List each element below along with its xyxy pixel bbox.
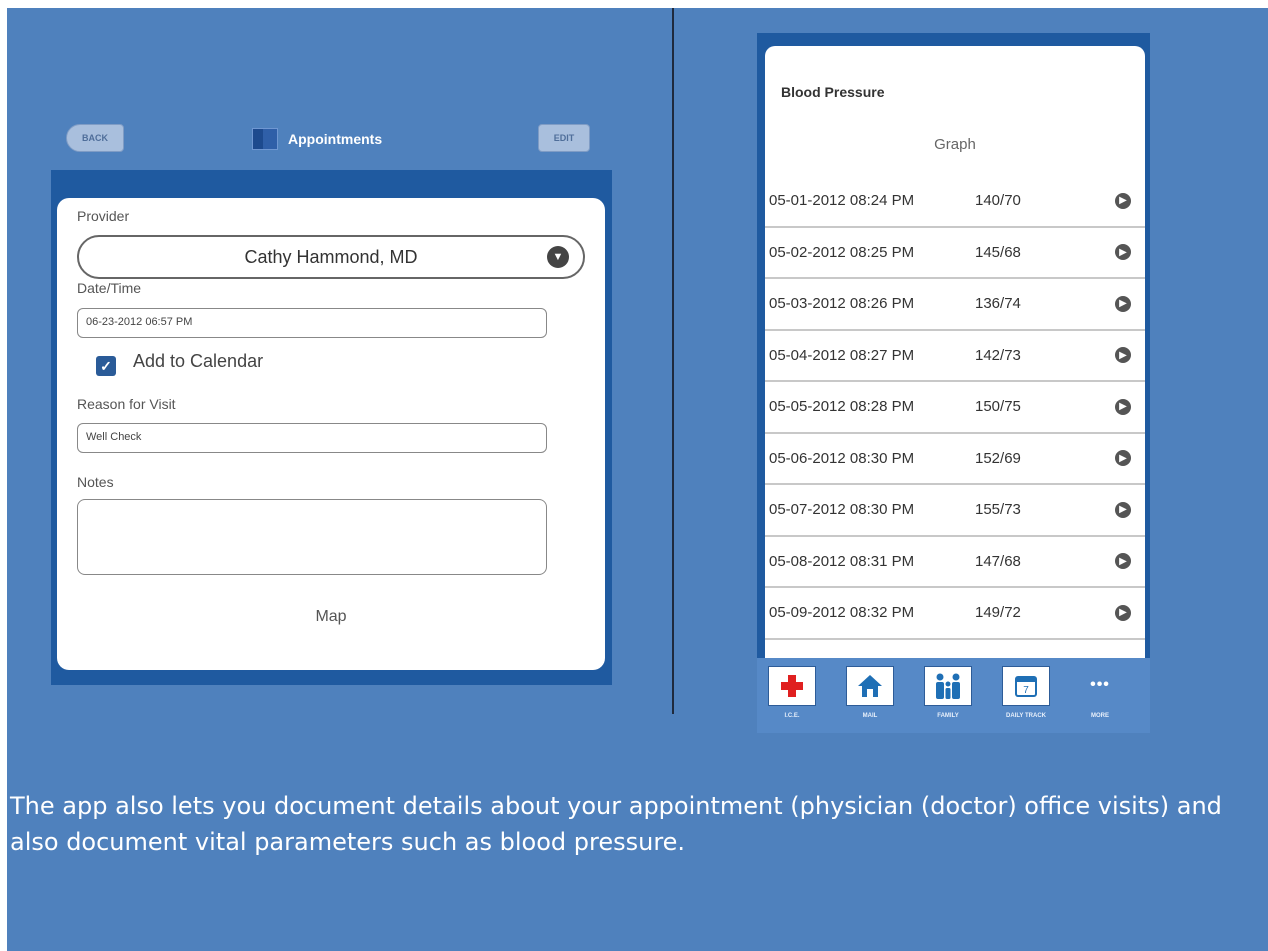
reading-datetime: 05-07-2012 08:30 PM (769, 501, 915, 519)
reading-value: 142/73 (975, 346, 1021, 364)
reading-value: 155/73 (975, 501, 1021, 519)
more-dots-icon: ••• (1090, 676, 1110, 693)
chevron-right-icon[interactable]: ▶ (1115, 604, 1131, 621)
tab-label: I.C.E. (784, 713, 800, 719)
reading-datetime: 05-02-2012 08:25 PM (769, 243, 915, 261)
chevron-right-icon[interactable]: ▶ (1115, 501, 1131, 518)
add-to-calendar-checkbox[interactable]: ✓ (96, 356, 116, 376)
edit-button[interactable]: EDIT (538, 124, 590, 152)
graph-button[interactable]: Graph (765, 136, 1145, 153)
back-button[interactable]: BACK (66, 124, 124, 152)
list-item[interactable]: 05-04-2012 08:27 PM 142/73 ▶ (765, 331, 1145, 382)
appointments-navbar: BACK Appointments EDIT (52, 112, 612, 170)
reading-value: 140/70 (975, 192, 1021, 210)
list-item[interactable]: 05-03-2012 08:26 PM 136/74 ▶ (765, 279, 1145, 331)
tab-label: MAIL (862, 713, 878, 719)
reading-datetime: 05-03-2012 08:26 PM (769, 295, 915, 313)
appointments-form: Provider Cathy Hammond, MD ▼ Date/Time 0… (57, 198, 605, 670)
reading-value: 149/72 (975, 604, 1021, 622)
calendar-icon: 7 (1002, 666, 1050, 706)
blood-pressure-title: Blood Pressure (781, 84, 885, 100)
list-item[interactable]: 05-06-2012 08:30 PM 152/69 ▶ (765, 434, 1145, 485)
map-button[interactable]: Map (57, 608, 605, 626)
chevron-right-icon[interactable]: ▶ (1115, 295, 1131, 312)
tab-family[interactable]: FAMILY (923, 666, 973, 732)
svg-text:7: 7 (1023, 685, 1029, 696)
chevron-right-icon[interactable]: ▶ (1115, 450, 1131, 467)
reading-value: 145/68 (975, 243, 1021, 261)
reason-label: Reason for Visit (77, 396, 176, 412)
vertical-divider (672, 8, 674, 714)
list-item[interactable]: 05-07-2012 08:30 PM 155/73 ▶ (765, 485, 1145, 537)
tab-label: DAILY TRACK (1005, 713, 1046, 719)
tab-label: MORE (1091, 713, 1109, 719)
reason-field[interactable]: Well Check (77, 423, 547, 453)
reading-datetime: 05-05-2012 08:28 PM (769, 398, 915, 416)
datetime-field[interactable]: 06-23-2012 06:57 PM (77, 308, 547, 338)
list-item[interactable]: 05-05-2012 08:28 PM 150/75 ▶ (765, 382, 1145, 434)
readings-list: 05-01-2012 08:24 PM 140/70 ▶ 05-02-2012 … (765, 176, 1145, 640)
datetime-label: Date/Time (77, 280, 142, 296)
reading-datetime: 05-09-2012 08:32 PM (769, 604, 915, 622)
reading-value: 147/68 (975, 552, 1021, 570)
reading-value: 150/75 (975, 398, 1021, 416)
bottom-tab-bar: I.C.E. MAIL FAMILY 7 DAILY TRACK ••• MOR… (757, 658, 1150, 733)
sidebar-toggle-icon[interactable] (252, 128, 278, 150)
add-to-calendar-label: Add to Calendar (133, 351, 264, 371)
chevron-right-icon[interactable]: ▶ (1115, 398, 1131, 415)
tab-more[interactable]: ••• MORE (1075, 666, 1125, 732)
reading-datetime: 05-06-2012 08:30 PM (769, 449, 915, 467)
slide-caption: The app also lets you document details a… (10, 792, 1222, 856)
chevron-right-icon[interactable]: ▶ (1115, 347, 1131, 364)
tab-mail[interactable]: MAIL (845, 666, 895, 732)
reading-value: 136/74 (975, 295, 1021, 313)
tab-label: FAMILY (937, 713, 959, 719)
reading-value: 152/69 (975, 449, 1021, 467)
home-icon (846, 666, 894, 706)
tab-ice[interactable]: I.C.E. (767, 666, 817, 732)
list-item[interactable]: 05-08-2012 08:31 PM 147/68 ▶ (765, 537, 1145, 588)
provider-label: Provider (77, 208, 130, 224)
notes-field[interactable] (77, 499, 547, 575)
reading-datetime: 05-04-2012 08:27 PM (769, 346, 915, 364)
appointments-title-group: Appointments (252, 126, 382, 152)
notes-label: Notes (77, 474, 114, 490)
family-icon (924, 666, 972, 706)
provider-select[interactable]: Cathy Hammond, MD ▼ (77, 235, 585, 279)
page-title: Appointments (288, 131, 383, 147)
chevron-right-icon[interactable]: ▶ (1115, 192, 1131, 209)
list-item[interactable]: 05-09-2012 08:32 PM 149/72 ▶ (765, 588, 1145, 640)
provider-value: Cathy Hammond, MD (244, 246, 418, 267)
chevron-down-icon: ▼ (547, 246, 569, 268)
blood-pressure-screen: Blood Pressure Graph 05-01-2012 08:24 PM… (765, 46, 1145, 658)
medical-cross-icon (768, 666, 816, 706)
list-item[interactable]: 05-02-2012 08:25 PM 145/68 ▶ (765, 228, 1145, 279)
chevron-right-icon[interactable]: ▶ (1115, 244, 1131, 261)
list-item[interactable]: 05-01-2012 08:24 PM 140/70 ▶ (765, 176, 1145, 228)
tab-daily-track[interactable]: 7 DAILY TRACK (1001, 666, 1051, 732)
reading-datetime: 05-08-2012 08:31 PM (769, 552, 915, 570)
reading-datetime: 05-01-2012 08:24 PM (769, 192, 915, 210)
chevron-right-icon[interactable]: ▶ (1115, 553, 1131, 570)
